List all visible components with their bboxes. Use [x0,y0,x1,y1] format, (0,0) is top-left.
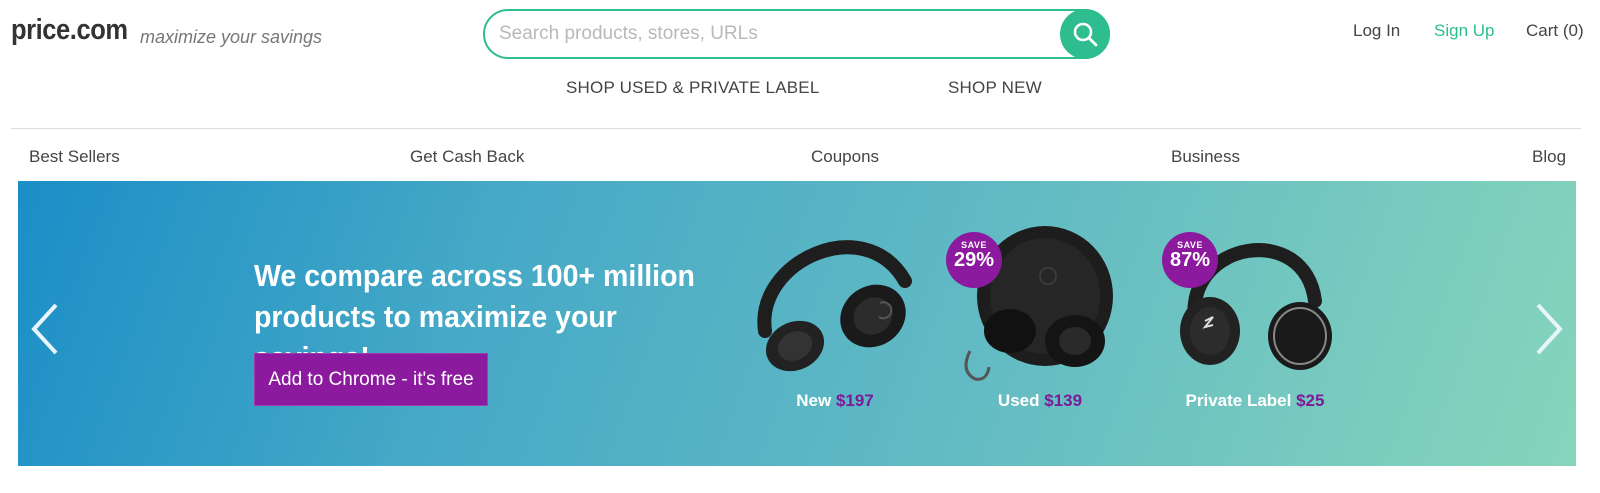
product-new-label: New $197 [735,391,935,411]
site-tagline: maximize your savings [140,27,323,47]
carousel-next-button[interactable] [1528,299,1568,359]
shop-used-link[interactable]: SHOP USED & PRIVATE LABEL [566,78,819,98]
search-bar [483,9,1110,59]
nav-get-cash-back[interactable]: Get Cash Back [410,147,524,167]
header-divider [11,128,1581,129]
add-to-chrome-button[interactable]: Add to Chrome - it's free [254,353,488,406]
nav-best-sellers[interactable]: Best Sellers [29,147,120,167]
nav-blog[interactable]: Blog [1532,147,1566,167]
chevron-right-icon [1536,303,1563,355]
save-badge-used: SAVE 29% [946,232,1002,288]
login-link[interactable]: Log In [1353,21,1400,41]
chevron-left-icon [31,303,58,355]
product-new[interactable]: New $197 [745,221,925,431]
nav-business[interactable]: Business [1171,147,1240,167]
signup-link[interactable]: Sign Up [1434,21,1494,41]
search-button[interactable] [1060,9,1110,59]
save-badge-percent: 29% [953,249,995,271]
product-used-condition: Used [997,391,1040,410]
save-badge-percent: 87% [1169,249,1211,271]
product-private-label-condition: Private Label [1185,391,1292,410]
shop-new-link[interactable]: SHOP NEW [948,78,1042,98]
hero-headline-line1: We compare across 100+ million [254,258,695,293]
product-new-condition: New [796,391,832,410]
site-logo[interactable]: price.com [11,14,128,47]
carousel-prev-button[interactable] [26,299,66,359]
save-badge-private-label: SAVE 87% [1162,232,1218,288]
product-used-price: $139 [1044,391,1083,410]
search-icon [1073,22,1098,47]
search-input[interactable] [499,11,1039,57]
cart-link[interactable]: Cart (0) [1526,21,1584,41]
nav-coupons[interactable]: Coupons [811,147,879,167]
product-private-label-price: $25 [1296,391,1325,410]
product-new-price: $197 [835,391,874,410]
headphones-image [757,240,912,372]
product-private-label-label: Private Label $25 [1155,391,1355,411]
product-used-label: Used $139 [940,391,1140,411]
